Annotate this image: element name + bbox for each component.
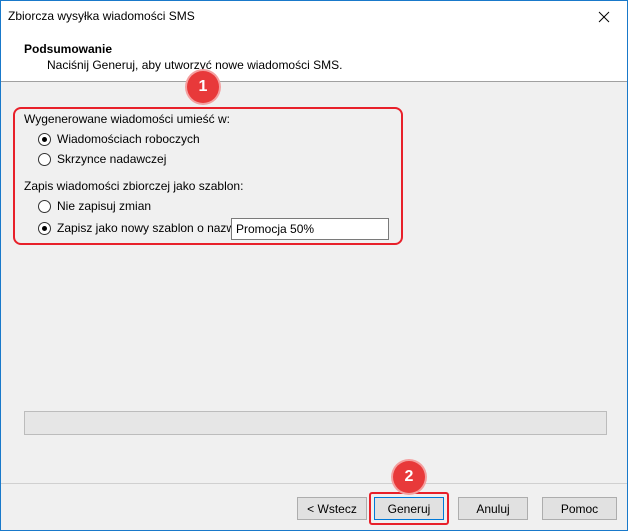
wizard-header: Podsumowanie Naciśnij Generuj, aby utwor… [1, 32, 627, 82]
radio-drafts-label: Wiadomościach roboczych [57, 132, 200, 146]
destination-label: Wygenerowane wiadomości umieść w: [24, 112, 230, 126]
generate-button[interactable]: Generuj [374, 497, 444, 520]
radio-no-save[interactable]: Nie zapisuj zmian [38, 198, 151, 214]
template-name-input[interactable] [231, 218, 389, 240]
radio-outbox-label: Skrzynce nadawczej [57, 152, 167, 166]
dialog-window: Zbiorcza wysyłka wiadomości SMS Podsumow… [0, 0, 628, 531]
template-label: Zapis wiadomości zbiorczej jako szablon: [24, 179, 244, 193]
close-icon [598, 11, 610, 22]
radio-no-save-label: Nie zapisuj zmian [57, 199, 152, 213]
progress-bar [24, 411, 607, 435]
radio-save-as-template[interactable]: Zapisz jako nowy szablon o nazwie: [38, 220, 248, 236]
radio-circle[interactable] [38, 199, 51, 213]
window-title: Zbiorcza wysyłka wiadomości SMS [8, 9, 195, 23]
title-bar: Zbiorcza wysyłka wiadomości SMS [1, 1, 627, 32]
radio-save-as-template-label: Zapisz jako nowy szablon o nazwie: [57, 221, 248, 235]
page-title: Podsumowanie [24, 42, 113, 56]
help-button[interactable]: Pomoc [542, 497, 617, 520]
page-subtitle: Naciśnij Generuj, aby utworzyć nowe wiad… [47, 58, 343, 72]
footer-divider [1, 483, 627, 484]
cancel-button[interactable]: Anuluj [458, 497, 528, 520]
annotation-badge-2: 2 [393, 461, 425, 493]
close-button[interactable] [581, 1, 627, 32]
radio-outbox[interactable]: Skrzynce nadawczej [38, 151, 166, 167]
radio-circle[interactable] [38, 221, 51, 235]
radio-circle[interactable] [38, 152, 51, 166]
annotation-badge-1: 1 [187, 71, 219, 103]
radio-drafts[interactable]: Wiadomościach roboczych [38, 131, 200, 147]
radio-circle[interactable] [38, 132, 51, 146]
back-button[interactable]: < Wstecz [297, 497, 367, 520]
